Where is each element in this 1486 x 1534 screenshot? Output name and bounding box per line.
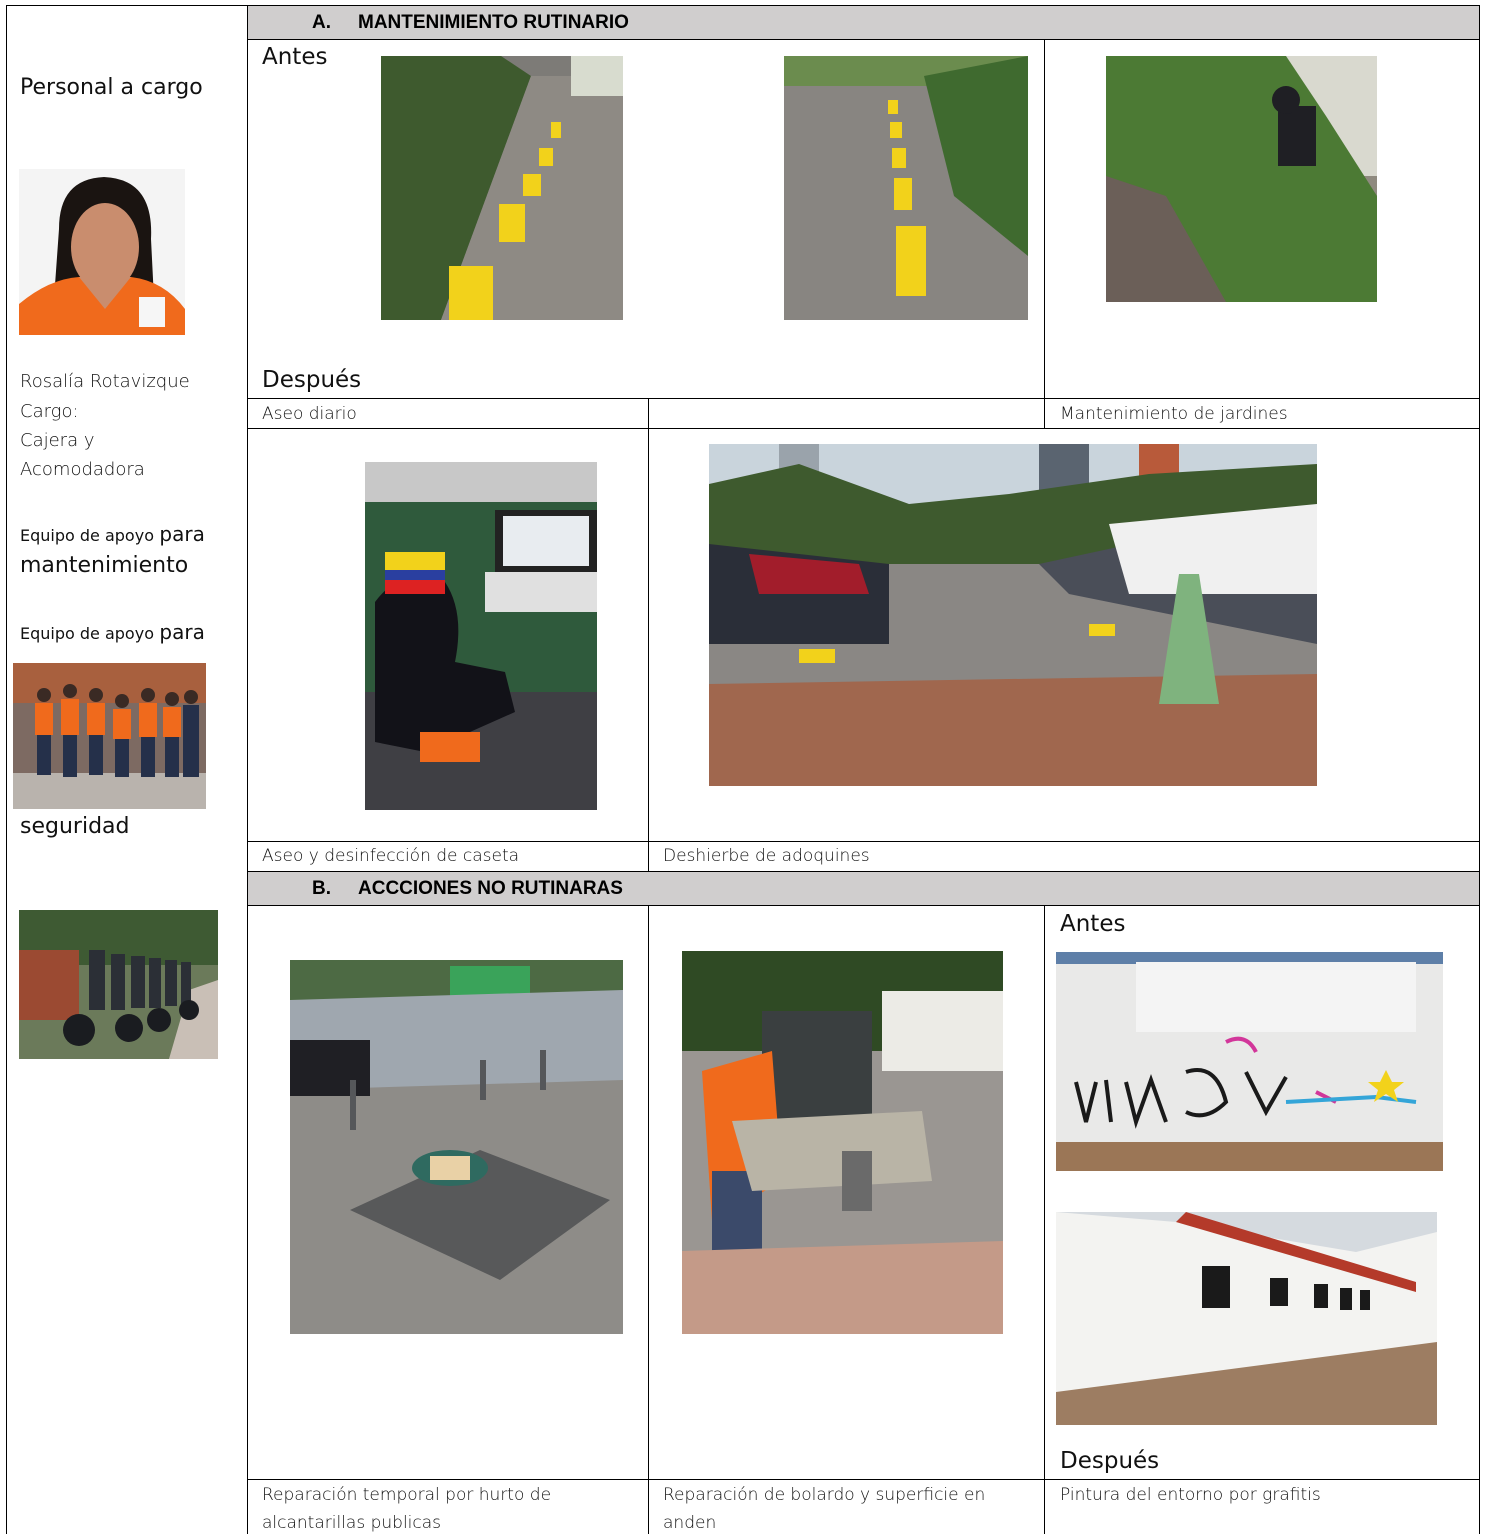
bollard-repair-photo [682,951,1003,1334]
graffiti-wall-before-photo [1056,952,1443,1171]
support-security-word: seguridad [20,814,130,839]
garden-maintenance-photo [1106,56,1377,302]
parking-curbs-photo-2 [784,56,1028,320]
security-team-photo [13,663,206,809]
section-b-despues-label: Después [1060,1448,1160,1474]
support2-para-text: para [159,620,205,644]
caption-reparacion-bolardo-line2: anden [663,1513,717,1533]
staff-name: Rosalía Rotavizque [20,371,190,392]
support-small-text: Equipo de apoyo [20,526,154,545]
section-a-letter: A. [312,12,331,33]
caption-mantenimiento-jardines: Mantenimiento de jardines [1060,404,1288,424]
section-a-despues-label: Después [262,367,362,393]
parking-lot-photo [709,444,1317,786]
caption-aseo-diario: Aseo diario [262,404,357,424]
motorcycle-team-photo [19,910,218,1059]
caption-pintura-grafitis: Pintura del entorno por grafitis [1060,1485,1321,1505]
staff-cargo-line2: Acomodadora [20,459,145,480]
section-a-header: A. MANTENIMIENTO RUTINARIO [248,6,1479,39]
support-maintenance-label: Equipo de apoyo para [20,522,205,546]
section-b-title: ACCCIONES NO RUTINARAS [358,878,623,899]
section-b-antes-label: Antes [1060,911,1126,937]
staff-cargo-label: Cargo: [20,401,79,422]
section-a-antes-label: Antes [262,44,328,70]
support-security-label: Equipo de apoyo para [20,620,205,644]
staff-cargo-line1: Cajera y [20,430,95,451]
caption-aseo-caseta: Aseo y desinfección de caseta [262,846,520,866]
caption-reparacion-alcantarillas-line2: alcantarillas publicas [262,1513,442,1533]
section-b-letter: B. [312,878,331,899]
support-maintenance-word: mantenimiento [20,553,189,578]
caption-reparacion-bolardo-line1: Reparación de bolardo y superficie en [663,1485,986,1505]
sidebar-title: Personal a cargo [20,75,203,100]
staff-portrait [19,169,185,335]
booth-disinfection-photo [365,462,597,810]
caption-reparacion-alcantarillas-line1: Reparación temporal por hurto de [262,1485,552,1505]
section-a-title: MANTENIMIENTO RUTINARIO [358,12,629,33]
caption-deshierbe: Deshierbe de adoquines [663,846,870,866]
support2-small-text: Equipo de apoyo [20,624,154,643]
parking-curbs-photo-1 [381,56,623,320]
support-para-text: para [159,522,205,546]
painted-wall-after-photo [1056,1212,1437,1425]
section-b-header: B. ACCCIONES NO RUTINARAS [248,872,1479,905]
sewer-repair-photo [290,960,623,1334]
